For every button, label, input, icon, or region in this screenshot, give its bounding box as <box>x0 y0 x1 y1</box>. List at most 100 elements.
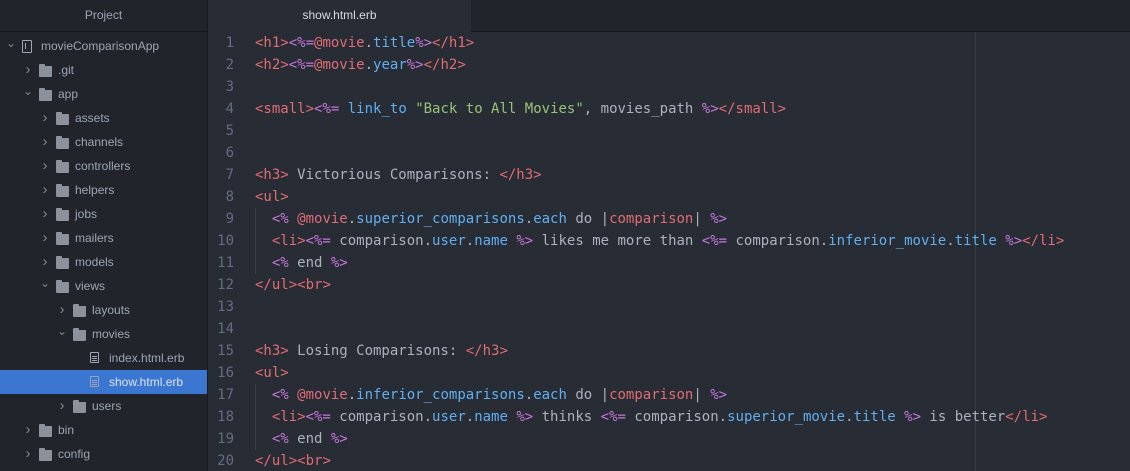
tree-folder-layouts[interactable]: › layouts <box>0 298 207 322</box>
line-number: 6 <box>225 145 234 161</box>
code-text: <ul> <box>255 186 289 208</box>
code-line[interactable]: 19 <% end %> <box>208 428 1130 450</box>
code-line[interactable]: 13 <box>208 296 1130 318</box>
code-token: @movie <box>297 387 348 403</box>
code-token: <%= <box>314 101 340 117</box>
tree-folder-views[interactable]: ⌄ views <box>0 274 207 298</box>
tree-folder-mailers[interactable]: › mailers <box>0 226 207 250</box>
code-token: <h3> <box>255 167 289 183</box>
code-line[interactable]: 3 <box>208 76 1130 98</box>
code-line[interactable]: 11 <% end %> <box>208 252 1130 274</box>
tree-item-label: controllers <box>75 159 131 173</box>
chevron-right-icon[interactable]: › <box>40 130 50 154</box>
code-token: . <box>524 211 534 227</box>
tree-folder-assets[interactable]: › assets <box>0 106 207 130</box>
code-line[interactable]: 12 </ul><br> <box>208 274 1130 296</box>
chevron-right-icon[interactable]: › <box>40 202 50 226</box>
code-line[interactable]: 18 <li><%= comparison.user.name %> think… <box>208 406 1130 428</box>
tree-folder-controllers[interactable]: › controllers <box>0 154 207 178</box>
line-number: 12 <box>217 277 234 293</box>
line-number: 5 <box>225 123 234 139</box>
tree-item-label: app <box>58 87 79 101</box>
code-line[interactable]: 2 <h2><%=@movie.year%></h2> <box>208 54 1130 76</box>
folder-icon <box>56 208 69 221</box>
code-token: %> <box>701 101 719 117</box>
tree-folder-helpers[interactable]: › helpers <box>0 178 207 202</box>
chevron-right-icon[interactable]: › <box>40 178 50 202</box>
code-token: , movies_path <box>583 101 702 117</box>
code-token: user <box>432 233 466 249</box>
folder-icon <box>39 64 52 77</box>
chevron-right-icon[interactable]: › <box>40 154 50 178</box>
line-number: 11 <box>217 255 234 271</box>
folder-icon <box>73 328 86 341</box>
code-token: . <box>347 387 357 403</box>
tree-item-label: users <box>92 399 122 413</box>
tree-folder-users[interactable]: › users <box>0 394 207 418</box>
tree-folder-models[interactable]: › models <box>0 250 207 274</box>
folder-icon <box>56 280 69 293</box>
tree-folder-app[interactable]: ⌄ app <box>0 82 207 106</box>
code-line[interactable]: 14 <box>208 318 1130 340</box>
code-line[interactable]: 6 <box>208 142 1130 164</box>
tab-show-html-erb[interactable]: show.html.erb <box>208 0 471 32</box>
tree-folder-bin[interactable]: › bin <box>0 418 207 442</box>
code-text: </ul><br> <box>255 450 331 471</box>
code-token: title <box>853 409 896 425</box>
code-token: superior_movie <box>727 409 846 425</box>
chevron-down-icon[interactable]: ⌄ <box>40 274 50 298</box>
chevron-right-icon[interactable]: › <box>40 250 50 274</box>
code-line[interactable]: 17 <% @movie.inferior_comparisons.each d… <box>208 384 1130 406</box>
code-token: <%= <box>305 409 331 425</box>
line-number: 14 <box>217 321 234 337</box>
code-token: inferior_comparisons <box>356 387 525 403</box>
chevron-right-icon[interactable]: › <box>40 226 50 250</box>
tree-folder-moviecomparisonapp[interactable]: ⌄ movieComparisonApp <box>0 34 207 58</box>
sidebar-title: Project <box>0 0 207 32</box>
code-editor[interactable]: 1 <h1><%=@movie.title%></h1> 2 <h2><%=@movi… <box>208 32 1130 471</box>
chevron-right-icon[interactable]: › <box>57 298 67 322</box>
code-text: <h3> Losing Comparisons: </h3> <box>255 340 508 362</box>
tree-folder-jobs[interactable]: › jobs <box>0 202 207 226</box>
code-text: <small><%= link_to "Back to All Movies",… <box>255 98 786 120</box>
folder-icon <box>56 112 69 125</box>
code-line[interactable]: 4 <small><%= link_to "Back to All Movies"… <box>208 98 1130 120</box>
code-line[interactable]: 5 <box>208 120 1130 142</box>
chevron-right-icon[interactable]: › <box>23 442 33 466</box>
line-number: 17 <box>217 387 234 403</box>
chevron-right-icon[interactable]: › <box>57 394 67 418</box>
code-line[interactable]: 1 <h1><%=@movie.title%></h1> <box>208 32 1130 54</box>
code-line[interactable]: 15 <h3> Losing Comparisons: </h3> <box>208 340 1130 362</box>
tree-folder-movies[interactable]: ⌄ movies <box>0 322 207 346</box>
code-line[interactable]: 8 <ul> <box>208 186 1130 208</box>
code-token: | <box>693 387 711 403</box>
code-token: </h1> <box>432 35 475 51</box>
tree-folder-git[interactable]: › .git <box>0 58 207 82</box>
code-token: each <box>533 387 567 403</box>
chevron-down-icon[interactable]: ⌄ <box>6 34 16 58</box>
chevron-down-icon[interactable]: ⌄ <box>23 82 33 106</box>
tree-item-label: assets <box>75 111 110 125</box>
chevron-right-icon[interactable]: › <box>23 58 33 82</box>
code-token: . <box>845 409 854 425</box>
line-number: 8 <box>225 189 234 205</box>
chevron-down-icon[interactable]: ⌄ <box>57 322 67 346</box>
code-line[interactable]: 10 <li><%= comparison.user.name %> likes… <box>208 230 1130 252</box>
line-number: 16 <box>217 365 234 381</box>
tree-file-index-html-erb[interactable]: index.html.erb <box>0 346 207 370</box>
code-line[interactable]: 16 <ul> <box>208 362 1130 384</box>
code-line[interactable]: 20 </ul><br> <box>208 450 1130 471</box>
tree-folder-config[interactable]: › config <box>0 442 207 466</box>
code-line[interactable]: 7 <h3> Victorious Comparisons: </h3> <box>208 164 1130 186</box>
tree-item-label: .git <box>58 63 75 77</box>
code-token: inferior_movie <box>828 233 947 249</box>
chevron-right-icon[interactable]: › <box>40 106 50 130</box>
code-token: <%= <box>305 233 331 249</box>
tree-file-show-html-erb[interactable]: show.html.erb <box>0 370 207 394</box>
code-line[interactable]: 9 <% @movie.superior_comparisons.each do… <box>208 208 1130 230</box>
chevron-right-icon[interactable]: › <box>23 418 33 442</box>
folder-icon <box>56 256 69 269</box>
folder-icon <box>39 88 52 101</box>
code-token: <%= <box>600 409 626 425</box>
tree-folder-channels[interactable]: › channels <box>0 130 207 154</box>
